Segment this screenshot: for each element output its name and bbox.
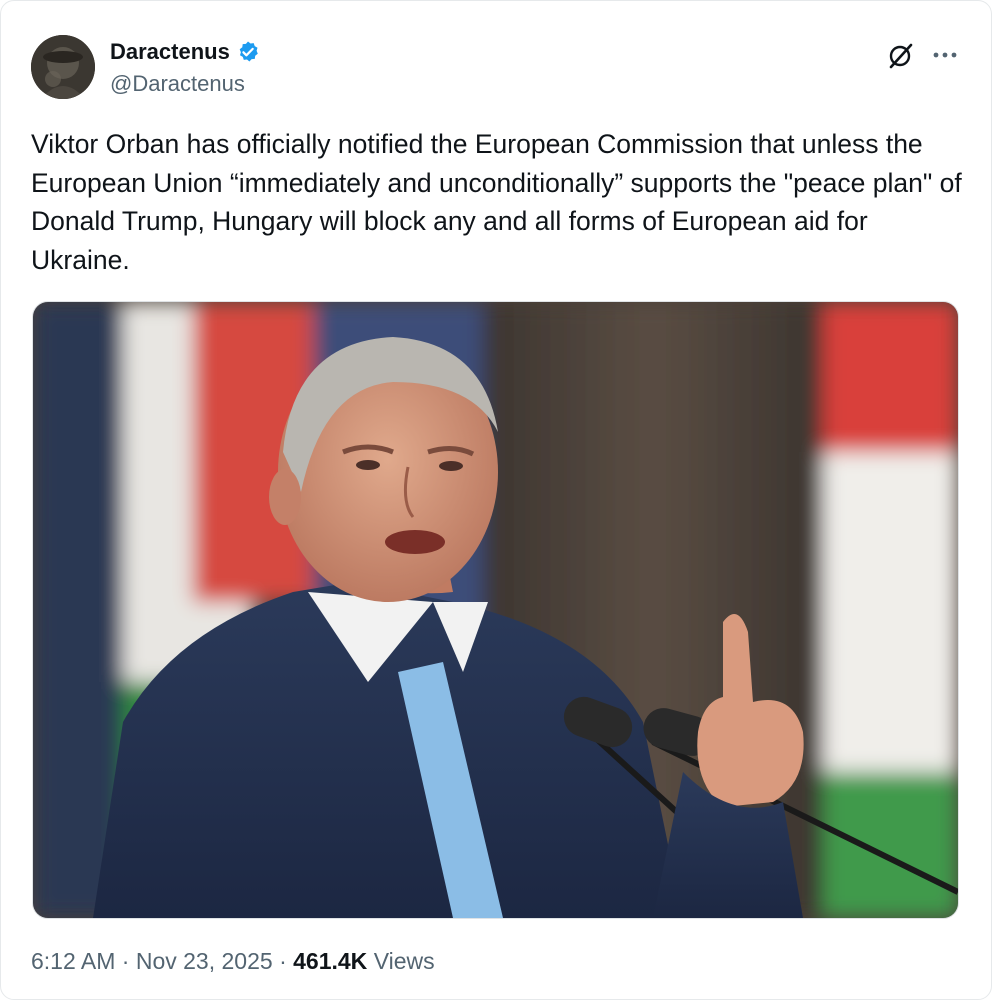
verified-badge-icon	[236, 40, 260, 64]
author-display-name[interactable]: Daractenus	[110, 39, 230, 65]
tweet-meta: 6:12 AM · Nov 23, 2025 · 461.4K Views	[31, 948, 435, 975]
tweet-text: Viktor Orban has officially notified the…	[31, 129, 962, 275]
tweet-card[interactable]: Daractenus @Daractenus Viktor Orban has …	[0, 0, 992, 1000]
grok-icon[interactable]	[885, 39, 917, 71]
tweet-date[interactable]: Nov 23, 2025	[136, 948, 273, 974]
author-handle[interactable]: @Daractenus	[110, 71, 245, 97]
tweet-time[interactable]: 6:12 AM	[31, 948, 115, 974]
meta-separator: ·	[279, 948, 287, 974]
meta-separator: ·	[121, 948, 130, 974]
avatar-image	[31, 35, 95, 99]
user-avatar[interactable]	[31, 35, 95, 99]
photo-image	[33, 302, 958, 918]
views-label: Views	[373, 948, 435, 974]
author-name-row: Daractenus	[110, 39, 260, 65]
views-count: 461.4K	[293, 948, 368, 974]
more-icon[interactable]	[929, 39, 961, 71]
tweet-photo[interactable]	[32, 301, 959, 919]
